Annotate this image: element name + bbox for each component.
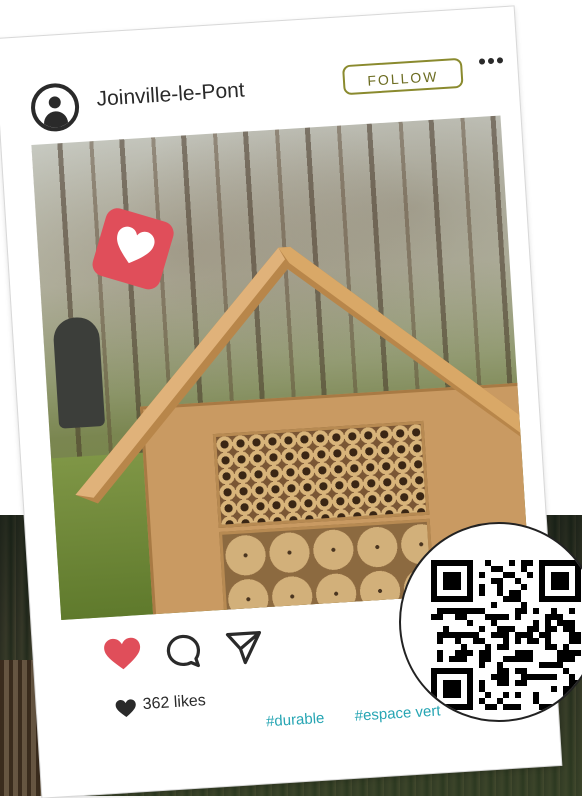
qr-code[interactable] (431, 560, 581, 710)
post-actions (103, 626, 305, 678)
hashtag-durable[interactable]: #durable (266, 710, 325, 731)
comment-icon[interactable] (164, 632, 202, 670)
send-icon[interactable] (224, 628, 264, 666)
username[interactable]: Joinville-le-Pont (96, 79, 245, 112)
small-heart-icon (115, 699, 136, 718)
hashtag-espace-vert[interactable]: #espace vert (354, 702, 441, 724)
more-dots-icon[interactable] (478, 57, 504, 66)
likes-count[interactable]: 362 likes (142, 692, 206, 714)
user-avatar-icon[interactable] (29, 81, 81, 133)
heart-icon[interactable] (103, 636, 143, 672)
follow-button[interactable]: FOLLOW (341, 57, 464, 96)
likes-row: 362 likes (114, 692, 206, 720)
